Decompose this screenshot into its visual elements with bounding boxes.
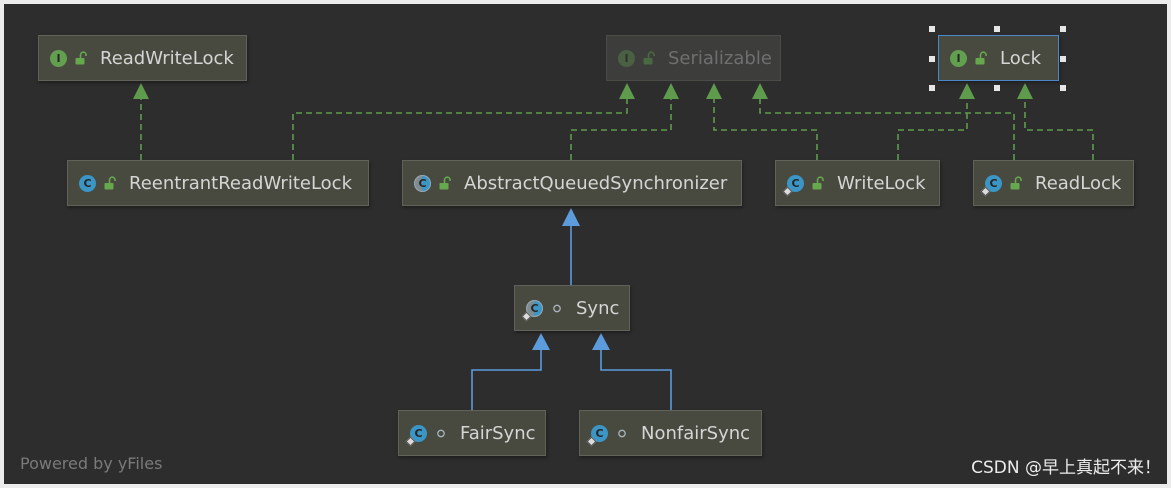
selection-handle-bottom-right[interactable] [1060, 85, 1066, 91]
icon-letter: I [956, 51, 961, 65]
edge-readlock-implements-serializable [759, 99, 1015, 160]
class-node-sync[interactable]: C Sync [514, 285, 630, 331]
inner-class-icon: C [586, 424, 608, 446]
arrowhead-lock-2 [1017, 83, 1033, 99]
public-lock-icon [812, 176, 824, 190]
icon-letter: C [791, 176, 800, 190]
icon-letter: I [56, 51, 61, 65]
class-node-abstractqueuedsynchronizer[interactable]: C AbstractQueuedSynchronizer [402, 160, 742, 206]
icon-letter: C [83, 176, 92, 190]
node-label: FairSync [460, 422, 536, 444]
inner-class-icon: C [405, 424, 427, 446]
class-node-readlock[interactable]: C ReadLock [973, 160, 1134, 206]
edge-nonfairsync-extends-sync [600, 350, 672, 410]
icon-letter: C [989, 176, 998, 190]
class-node-lock[interactable]: I Lock [938, 35, 1059, 81]
abstract-inner-class-icon: C [521, 299, 543, 321]
node-label: ReadLock [1035, 172, 1122, 194]
public-lock-icon [975, 51, 987, 65]
selection-handle-top-right[interactable] [1060, 26, 1066, 32]
public-lock-icon [1010, 176, 1022, 190]
csdn-credit-watermark: CSDN @早上真起不来！ [971, 458, 1161, 478]
node-label: ReentrantReadWriteLock [129, 172, 353, 194]
node-label: Lock [1000, 47, 1042, 69]
diagram-canvas[interactable]: I ReadWriteLock I Serializable I Lock C … [0, 0, 1171, 488]
public-lock-icon [643, 51, 655, 65]
public-lock-icon [104, 176, 116, 190]
arrowhead-aqs [562, 208, 580, 226]
node-label: NonfairSync [641, 422, 751, 444]
class-node-fairsync[interactable]: C FairSync [398, 410, 546, 456]
public-lock-icon [439, 176, 451, 190]
class-node-reentrantreadwritelock[interactable]: C ReentrantReadWriteLock [67, 160, 369, 206]
arrowhead-sync-2 [592, 333, 610, 350]
package-private-icon [616, 426, 628, 440]
node-label: WriteLock [837, 172, 926, 194]
arrowhead-sync-1 [532, 333, 550, 350]
arrowhead-lock-1 [959, 83, 975, 99]
node-label: Sync [576, 297, 620, 319]
icon-letter: I [624, 51, 629, 65]
class-icon: C [79, 174, 96, 192]
edge-aqs-implements-serializable [570, 99, 672, 160]
class-node-serializable[interactable]: I Serializable [606, 35, 781, 81]
abstract-class-icon: C [414, 174, 431, 192]
powered-by-watermark: Powered by yFiles [20, 454, 163, 473]
selection-handle-top[interactable] [994, 26, 1000, 32]
icon-letter: C [414, 426, 423, 440]
icon-letter: C [418, 176, 427, 190]
arrowhead-readwritelock [133, 83, 149, 99]
node-label: Serializable [668, 47, 772, 69]
icon-letter: C [530, 301, 539, 315]
edge-readlock-implements-lock [1024, 99, 1094, 160]
interface-icon: I [950, 49, 967, 67]
package-private-icon [435, 426, 447, 440]
selection-handle-top-left[interactable] [929, 26, 935, 32]
arrowhead-serializable-1 [619, 83, 635, 99]
selection-handle-bottom[interactable] [994, 85, 1000, 91]
selection-handle-bottom-left[interactable] [929, 85, 935, 91]
class-node-readwritelock[interactable]: I ReadWriteLock [38, 35, 247, 81]
icon-letter: C [595, 426, 604, 440]
class-node-writelock[interactable]: C WriteLock [775, 160, 940, 206]
package-private-icon [551, 301, 563, 315]
edge-writelock-implements-lock [897, 99, 968, 160]
interface-icon: I [618, 49, 635, 67]
node-label: ReadWriteLock [100, 47, 234, 69]
node-label: AbstractQueuedSynchronizer [464, 172, 728, 194]
public-lock-icon [75, 51, 87, 65]
edge-fairsync-extends-sync [471, 350, 542, 410]
arrowhead-serializable-3 [706, 83, 722, 99]
selection-handle-right[interactable] [1060, 56, 1066, 62]
arrowhead-serializable-4 [752, 83, 768, 99]
class-node-nonfairsync[interactable]: C NonfairSync [579, 410, 762, 456]
inner-class-icon: C [980, 174, 1002, 196]
edge-writelock-implements-serializable [713, 99, 818, 160]
inner-class-icon: C [782, 174, 804, 196]
interface-icon: I [50, 49, 67, 67]
arrowhead-serializable-2 [663, 83, 679, 99]
selection-handle-left[interactable] [929, 56, 935, 62]
